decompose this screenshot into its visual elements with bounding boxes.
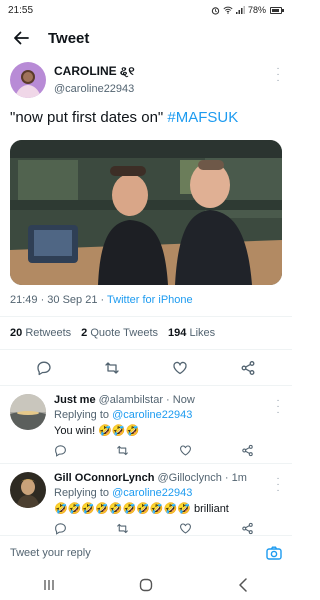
tweet-author: CAROLINE ୡ୧ @caroline22943 · · · (0, 56, 292, 98)
heart-icon[interactable] (179, 522, 192, 535)
likes-stat[interactable]: 194 Likes (168, 327, 215, 339)
tweet-source-link[interactable]: Twitter for iPhone (107, 294, 193, 306)
reply-input[interactable] (10, 546, 230, 559)
battery-percent: 78% (247, 5, 266, 15)
reply-author-handle[interactable]: @alambilstar · Now (99, 394, 195, 406)
reply-author-handle[interactable]: @Gilloclynch · 1m (158, 472, 247, 484)
retweet-icon (105, 361, 119, 374)
comment-icon (37, 361, 51, 375)
status-icons: 78% (211, 5, 284, 15)
chevron-left-icon (239, 577, 248, 592)
recent-apps-button[interactable] (37, 575, 61, 595)
author-name-glyph: ୡ୧ (120, 63, 135, 78)
system-nav-bar (0, 569, 292, 600)
camera-icon[interactable] (266, 546, 282, 560)
author-handle[interactable]: @caroline22943 (54, 82, 135, 97)
quote-tweets-stat[interactable]: 2 Quote Tweets (81, 327, 158, 339)
compose-reply-bar (0, 535, 292, 569)
replying-to: Replying to @caroline22943 (54, 487, 193, 499)
share-icon[interactable] (241, 522, 254, 535)
tweet-timestamp: 21:49 · 30 Sep 21 · (10, 294, 108, 306)
hashtag-link[interactable]: #MAFSUK (167, 109, 238, 126)
retweet-icon[interactable] (116, 444, 129, 457)
back-button[interactable] (10, 27, 32, 49)
share-button[interactable] (238, 358, 258, 378)
more-options-icon[interactable]: · · · (274, 64, 282, 86)
arrow-left-icon (14, 31, 29, 45)
retweet-button[interactable] (102, 358, 122, 378)
tweet-stats: 20 Retweets 2 Quote Tweets 194 Likes (0, 316, 292, 350)
author-name[interactable]: CAROLINE ୡ୧ (54, 64, 135, 79)
tweet-actions (0, 350, 292, 386)
tweet-meta: 21:49 · 30 Sep 21 · Twitter for iPhone (0, 285, 292, 306)
comment-icon[interactable] (54, 444, 67, 457)
reply-text: 🤣🤣🤣🤣🤣🤣🤣🤣🤣🤣 brilliant (54, 503, 229, 515)
reply-avatar[interactable] (10, 472, 46, 508)
comment-icon[interactable] (54, 522, 67, 535)
retweet-icon[interactable] (116, 522, 129, 535)
replying-to: Replying to @caroline22943 (54, 409, 193, 421)
reply-avatar[interactable] (10, 394, 46, 430)
battery-icon (270, 6, 284, 14)
share-icon[interactable] (241, 444, 254, 457)
top-bar: Tweet (0, 20, 292, 56)
reply-actions (54, 437, 282, 463)
mention-link[interactable]: @caroline22943 (112, 487, 192, 499)
reply-author-name[interactable]: Gill OConnorLynch (54, 472, 154, 484)
reply-tweet[interactable]: Just me @alambilstar · Now Replying to @… (0, 386, 292, 464)
retweets-stat[interactable]: 20 Retweets (10, 327, 71, 339)
tweet-text: "now put first dates on" #MAFSUK (10, 109, 239, 126)
alarm-icon (211, 6, 220, 15)
like-button[interactable] (170, 358, 190, 378)
more-options-icon[interactable]: · · · (274, 474, 282, 496)
recent-apps-icon (44, 579, 54, 590)
home-button[interactable] (134, 575, 158, 595)
system-back-button[interactable] (231, 575, 255, 595)
heart-icon (173, 361, 187, 374)
signal-icon (235, 6, 245, 14)
reply-tweet[interactable]: Gill OConnorLynch @Gilloclynch · 1m Repl… (0, 464, 292, 542)
heart-icon[interactable] (179, 444, 192, 457)
page-title: Tweet (48, 29, 90, 47)
wifi-icon (223, 6, 233, 14)
author-avatar[interactable] (10, 62, 46, 98)
reply-author-name[interactable]: Just me (54, 394, 96, 406)
reply-text: You win! 🤣🤣🤣 (54, 425, 140, 437)
status-bar: 21:55 78% (0, 0, 292, 20)
reply-button[interactable] (34, 358, 54, 378)
mention-link[interactable]: @caroline22943 (112, 409, 192, 421)
status-time: 21:55 (8, 4, 34, 16)
more-options-icon[interactable]: · · · (274, 396, 282, 418)
tweet-media-image[interactable] (10, 140, 282, 285)
home-icon (139, 578, 153, 591)
share-icon (241, 360, 255, 375)
